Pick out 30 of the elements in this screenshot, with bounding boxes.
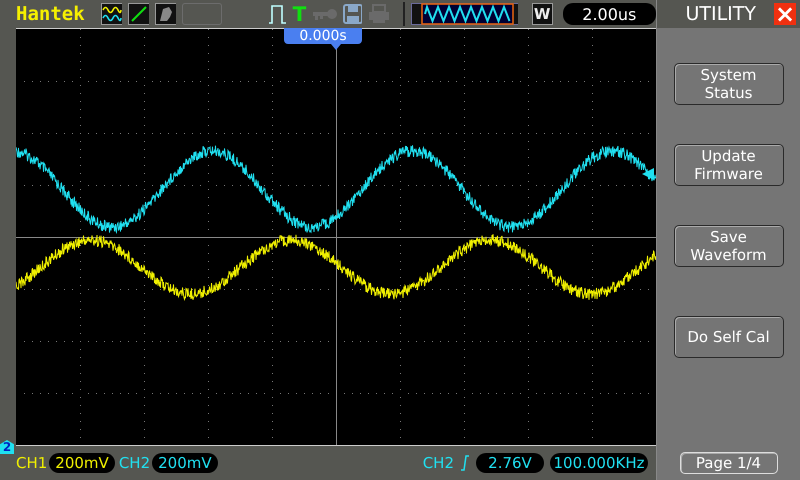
channel-scale[interactable]: 200mV	[49, 453, 115, 473]
timebase-mode[interactable]: W	[532, 3, 553, 25]
trigger-source: CH2	[422, 454, 454, 472]
trigger-status: T	[292, 4, 306, 24]
page-button[interactable]: Page 1/4	[680, 452, 778, 474]
frequency-readout: 100.000KHz	[550, 453, 648, 473]
save-icon[interactable]	[343, 4, 362, 24]
channel-label: CH1	[16, 454, 48, 472]
menu-button[interactable]: Save Waveform	[674, 225, 784, 267]
empty-slot	[182, 3, 222, 25]
timebase-value[interactable]: 2.00us	[562, 3, 656, 25]
menu-button[interactable]: System Status	[674, 63, 784, 105]
waveform-overview-icon[interactable]	[410, 3, 518, 25]
rising-edge-icon	[460, 455, 470, 471]
channel-marker[interactable]: 2	[0, 440, 14, 454]
menu-button[interactable]: Update Firmware	[674, 144, 784, 186]
pulse-icon	[268, 3, 287, 25]
channel-label: CH2	[118, 454, 150, 472]
persistence-icon[interactable]	[154, 3, 176, 25]
brand-logo: Hantek	[16, 3, 85, 25]
trigger-level-marker[interactable]	[641, 167, 655, 181]
trigger-pointer-icon	[331, 44, 341, 50]
menu-button[interactable]: Do Self Cal	[674, 316, 784, 358]
menu-title: UTILITY	[685, 3, 756, 25]
channel-scale[interactable]: 200mV	[152, 453, 218, 473]
dual-wave-icon[interactable]	[100, 3, 122, 25]
line-icon[interactable]	[128, 3, 149, 25]
key-icon	[312, 7, 338, 21]
trigger-level[interactable]: 2.76V	[476, 453, 544, 473]
close-button[interactable]: ×	[774, 3, 796, 25]
